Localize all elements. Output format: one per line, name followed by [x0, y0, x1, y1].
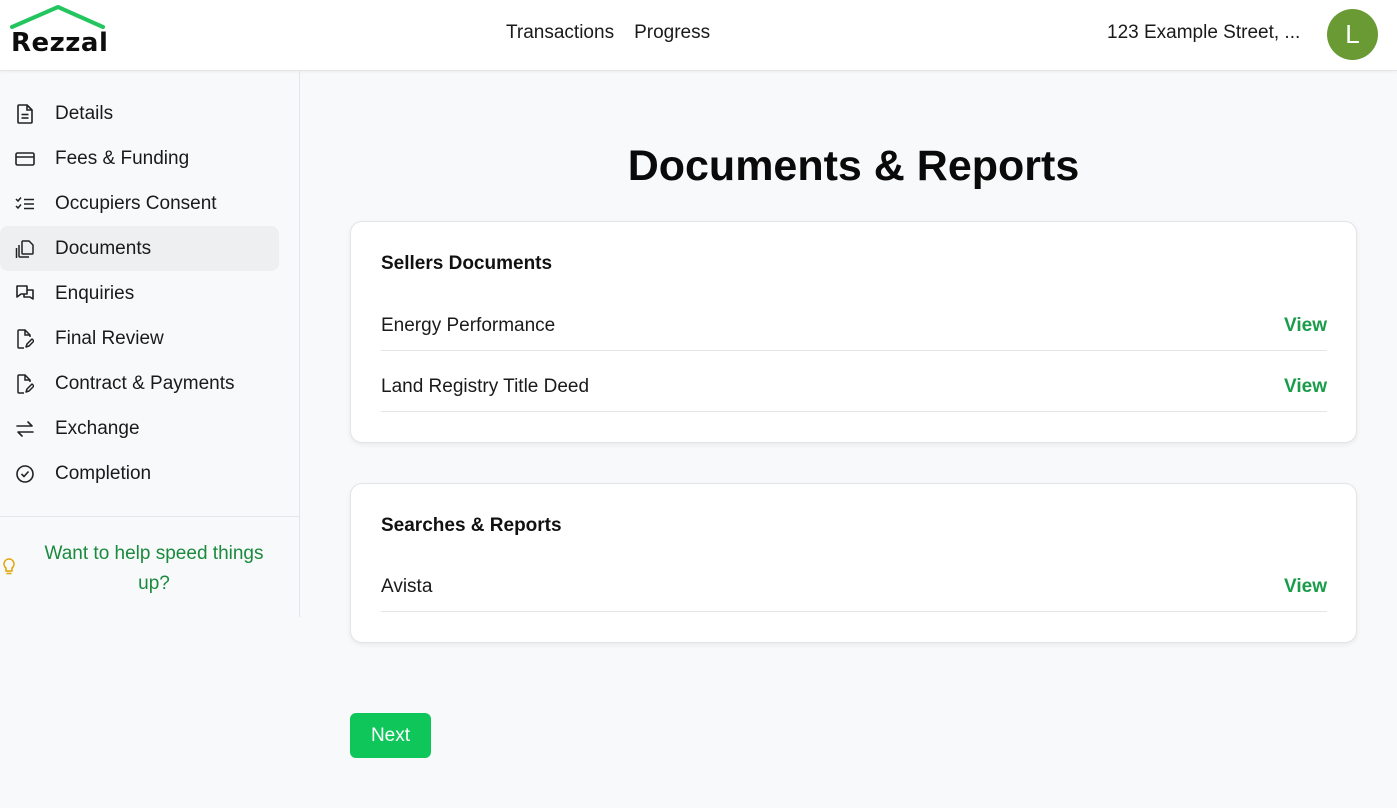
edit-document-icon — [15, 374, 35, 394]
sidebar-item-exchange[interactable]: Exchange — [0, 406, 279, 451]
sidebar-nav: Details Fees & Funding Occupiers Consent… — [0, 91, 300, 496]
sidebar: Details Fees & Funding Occupiers Consent… — [0, 71, 300, 617]
sellers-documents-card: Sellers Documents Energy Performance Vie… — [350, 221, 1357, 443]
sidebar-item-label: Enquiries — [55, 282, 135, 304]
view-link[interactable]: View — [1284, 315, 1327, 337]
lightbulb-icon — [2, 557, 16, 582]
view-link[interactable]: View — [1284, 376, 1327, 398]
document-row: Land Registry Title Deed View — [381, 363, 1327, 412]
nav-progress[interactable]: Progress — [634, 22, 710, 44]
sidebar-item-occupiers-consent[interactable]: Occupiers Consent — [0, 181, 279, 226]
top-nav: Transactions Progress — [506, 22, 710, 44]
next-button[interactable]: Next — [350, 713, 431, 758]
help-speed-up-link[interactable]: Want to help speed things up? — [0, 537, 299, 607]
checklist-icon — [15, 194, 35, 214]
document-name: Avista — [381, 576, 433, 597]
searches-reports-card: Searches & Reports Avista View — [350, 483, 1357, 643]
view-link[interactable]: View — [1284, 576, 1327, 598]
sidebar-item-final-review[interactable]: Final Review — [0, 316, 279, 361]
property-address[interactable]: 123 Example Street, ... — [1107, 22, 1300, 44]
document-row: Avista View — [381, 563, 1327, 612]
exchange-arrows-icon — [15, 419, 35, 439]
sidebar-item-documents[interactable]: Documents — [0, 226, 279, 271]
section-title: Searches & Reports — [381, 515, 562, 536]
nav-transactions[interactable]: Transactions — [506, 22, 614, 44]
document-name: Land Registry Title Deed — [381, 376, 590, 397]
sidebar-item-enquiries[interactable]: Enquiries — [0, 271, 279, 316]
avatar[interactable]: L — [1327, 9, 1378, 60]
chat-icon — [15, 284, 35, 304]
sidebar-item-fees-funding[interactable]: Fees & Funding — [0, 136, 279, 181]
logo-text: Rezzal — [11, 28, 109, 58]
sidebar-item-label: Fees & Funding — [55, 147, 190, 169]
sidebar-item-details[interactable]: Details — [0, 91, 279, 136]
document-icon — [15, 104, 35, 124]
check-circle-icon — [15, 464, 35, 484]
documents-icon — [15, 239, 35, 259]
edit-document-icon — [15, 329, 35, 349]
sidebar-item-label: Final Review — [55, 327, 164, 349]
sidebar-item-label: Documents — [55, 237, 152, 259]
section-title: Sellers Documents — [381, 253, 553, 274]
sidebar-item-label: Contract & Payments — [55, 372, 235, 394]
document-row: Energy Performance View — [381, 302, 1327, 351]
sidebar-item-label: Exchange — [55, 417, 140, 439]
logo[interactable]: Rezzal — [10, 4, 110, 64]
sidebar-item-label: Details — [55, 102, 114, 124]
sidebar-item-contract-payments[interactable]: Contract & Payments — [0, 361, 279, 406]
sidebar-divider — [0, 516, 299, 517]
help-text: Want to help speed things up? — [44, 543, 264, 594]
document-name: Energy Performance — [381, 315, 556, 336]
credit-card-icon — [15, 149, 35, 169]
sidebar-item-label: Completion — [55, 462, 152, 484]
page-title: Documents & Reports — [627, 142, 1080, 190]
sidebar-item-completion[interactable]: Completion — [0, 451, 279, 496]
top-header: Rezzal Transactions Progress 123 Example… — [0, 0, 1397, 71]
sidebar-item-label: Occupiers Consent — [55, 192, 217, 214]
